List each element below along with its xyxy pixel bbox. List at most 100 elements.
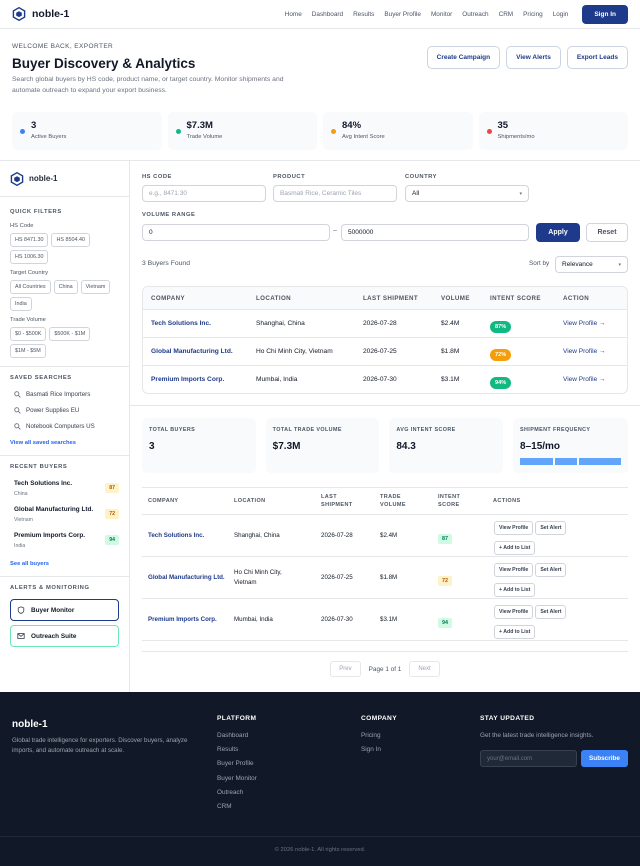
company-link[interactable]: Global Manufacturing Ltd. bbox=[142, 573, 234, 583]
view-profile-link[interactable]: View Profile → bbox=[563, 320, 623, 327]
chip-hs-8504[interactable]: HS 8504.40 bbox=[51, 233, 90, 247]
view-profile-button[interactable]: View Profile bbox=[494, 604, 534, 619]
set-alert-button[interactable]: Set Alert bbox=[535, 604, 567, 619]
volume-min-input[interactable]: 0 bbox=[142, 224, 330, 241]
nav-pricing[interactable]: Pricing bbox=[523, 11, 543, 18]
footer-link-crm[interactable]: CRM bbox=[217, 803, 257, 810]
next-page-button[interactable]: Next bbox=[409, 661, 440, 677]
reset-button[interactable]: Reset bbox=[586, 223, 628, 242]
view-alerts-button[interactable]: View Alerts bbox=[506, 46, 561, 69]
sign-in-button[interactable]: Sign In bbox=[582, 4, 628, 24]
export-leads-button[interactable]: Export Leads bbox=[566, 46, 628, 69]
recent-buyer-item[interactable]: Premium Imports Corp. India 94 bbox=[10, 532, 119, 549]
intent-score-badge: 94 bbox=[438, 617, 452, 628]
footer-link-outreach[interactable]: Outreach bbox=[217, 789, 257, 796]
view-profile-link[interactable]: View Profile → bbox=[563, 348, 623, 355]
footer-link-sign-in[interactable]: Sign In bbox=[361, 746, 397, 753]
row-actions: View Profile Set Alert + Add to List bbox=[493, 516, 593, 556]
stat-label: Trade Volume bbox=[186, 134, 223, 141]
sort-select[interactable]: Relevance ▾ bbox=[555, 256, 628, 273]
summary-value: 8–15/mo bbox=[520, 441, 561, 452]
nav-buyer-profile[interactable]: Buyer Profile bbox=[384, 11, 421, 18]
chip-vietnam[interactable]: Vietnam bbox=[80, 280, 111, 294]
chip-hs-1006[interactable]: HS 1006.30 bbox=[10, 250, 49, 264]
view-profile-link[interactable]: View Profile → bbox=[563, 376, 623, 383]
recent-buyers-title: RECENT BUYERS bbox=[10, 464, 68, 470]
col-last-shipment: LAST SHIPMENT bbox=[363, 294, 419, 302]
prev-page-button[interactable]: Prev bbox=[330, 661, 361, 677]
footer-brand[interactable]: noble-1 bbox=[12, 719, 48, 730]
apply-button[interactable]: Apply bbox=[536, 223, 580, 242]
recent-buyer-name: Premium Imports Corp. bbox=[14, 532, 86, 539]
chip-volume-500k-1m[interactable]: $500K - $1M bbox=[49, 327, 91, 341]
saved-search-item[interactable]: Notebook Computers US bbox=[10, 423, 119, 430]
col-intent-score: INTENT SCORE bbox=[490, 294, 541, 302]
footer-link-results[interactable]: Results bbox=[217, 746, 257, 753]
subscribe-button[interactable]: Subscribe bbox=[581, 750, 628, 767]
recent-buyer-item[interactable]: Tech Solutions Inc. China 87 bbox=[10, 480, 119, 497]
nav-outreach[interactable]: Outreach bbox=[462, 11, 488, 18]
view-profile-button[interactable]: View Profile bbox=[494, 520, 534, 535]
sidebar-brand[interactable]: noble-1 bbox=[0, 161, 129, 197]
saved-search-item[interactable]: Basmati Rice Importers bbox=[10, 391, 119, 398]
chip-india[interactable]: India bbox=[10, 297, 32, 311]
company-link[interactable]: Premium Imports Corp. bbox=[142, 616, 234, 623]
company-link[interactable]: Tech Solutions Inc. bbox=[142, 532, 234, 539]
frequency-bar bbox=[520, 458, 554, 465]
add-to-list-button[interactable]: + Add to List bbox=[494, 540, 536, 555]
chip-all-countries[interactable]: All Countries bbox=[10, 280, 51, 294]
stat-card-intent-score: 84% Avg Intent Score bbox=[323, 112, 473, 151]
hs-code-placeholder: e.g., 8471.30 bbox=[149, 190, 187, 197]
footer-link-buyer-monitor[interactable]: Buyer Monitor bbox=[217, 775, 257, 782]
country-select[interactable]: All ▾ bbox=[405, 185, 529, 202]
footer-link-pricing[interactable]: Pricing bbox=[361, 732, 397, 739]
footer-divider bbox=[0, 836, 640, 837]
newsletter-email-input[interactable]: your@email.com bbox=[480, 750, 577, 767]
footer-company: COMPANY Pricing Sign In bbox=[361, 715, 397, 760]
chip-china[interactable]: China bbox=[53, 280, 78, 294]
see-all-buyers-link[interactable]: See all buyers bbox=[10, 561, 119, 567]
nav-links: Home Dashboard Results Buyer Profile Mon… bbox=[285, 11, 569, 18]
saved-search-item[interactable]: Power Supplies EU bbox=[10, 407, 119, 414]
outreach-suite-button[interactable]: Outreach Suite bbox=[10, 625, 119, 647]
footer-updated-desc: Get the latest trade intelligence insigh… bbox=[480, 732, 594, 739]
nav-crm[interactable]: CRM bbox=[499, 11, 514, 18]
nav-results[interactable]: Results bbox=[353, 11, 374, 18]
set-alert-button[interactable]: Set Alert bbox=[535, 520, 567, 535]
product-input[interactable]: Basmati Rice, Ceramic Tiles bbox=[273, 185, 397, 202]
company-link[interactable]: Tech Solutions Inc. bbox=[143, 320, 256, 327]
volume-max-input[interactable]: 5000000 bbox=[341, 224, 529, 241]
col-location: LOCATION bbox=[234, 497, 266, 504]
intent-cell: 94% bbox=[490, 371, 563, 389]
hero-section: WELCOME BACK, EXPORTER Buyer Discovery &… bbox=[0, 29, 640, 161]
view-all-saved-link[interactable]: View all saved searches bbox=[10, 440, 119, 446]
buyer-monitor-button[interactable]: Buyer Monitor bbox=[10, 599, 119, 621]
create-campaign-button[interactable]: Create Campaign bbox=[426, 46, 501, 69]
chip-volume-1m-5m[interactable]: $1M - $5M bbox=[10, 344, 46, 358]
recent-buyer-country: Vietnam bbox=[14, 517, 33, 523]
summary-title: TOTAL TRADE VOLUME bbox=[272, 427, 342, 433]
company-link[interactable]: Premium Imports Corp. bbox=[143, 376, 256, 383]
company-link[interactable]: Global Manufacturing Ltd. bbox=[143, 348, 256, 355]
volume-cell: $1.8M bbox=[441, 348, 460, 355]
chip-volume-0-500k[interactable]: $0 - $500K bbox=[10, 327, 47, 341]
nav-dashboard[interactable]: Dashboard bbox=[312, 11, 343, 18]
view-profile-button[interactable]: View Profile bbox=[494, 562, 534, 577]
footer-link-buyer-profile[interactable]: Buyer Profile bbox=[217, 760, 257, 767]
nav-login[interactable]: Login bbox=[553, 11, 569, 18]
volume-cell: $3.1M bbox=[380, 616, 398, 623]
recent-buyer-name: Global Manufacturing Ltd. bbox=[14, 506, 94, 513]
table-row: Premium Imports Corp. Mumbai, India 2026… bbox=[143, 365, 627, 393]
add-to-list-button[interactable]: + Add to List bbox=[494, 624, 536, 639]
footer-link-dashboard[interactable]: Dashboard bbox=[217, 732, 257, 739]
hs-code-input[interactable]: e.g., 8471.30 bbox=[142, 185, 266, 202]
nav-home[interactable]: Home bbox=[285, 11, 302, 18]
nav-monitor[interactable]: Monitor bbox=[431, 11, 452, 18]
summary-card-trade-volume: TOTAL TRADE VOLUME $7.3M bbox=[265, 418, 380, 473]
quick-filters-title: QUICK FILTERS bbox=[10, 209, 62, 215]
chip-hs-8471[interactable]: HS 8471.30 bbox=[10, 233, 49, 247]
brand-logo[interactable]: noble-1 bbox=[12, 7, 69, 21]
recent-buyer-item[interactable]: Global Manufacturing Ltd. Vietnam 72 bbox=[10, 506, 119, 523]
set-alert-button[interactable]: Set Alert bbox=[535, 562, 567, 577]
add-to-list-button[interactable]: + Add to List bbox=[494, 582, 536, 597]
